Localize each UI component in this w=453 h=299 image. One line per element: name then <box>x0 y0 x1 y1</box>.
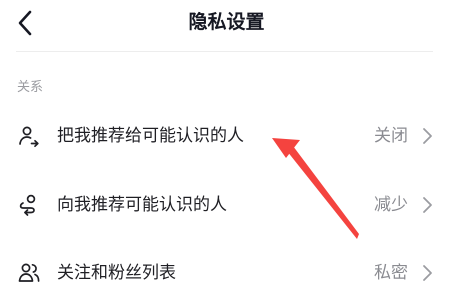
setting-row-recommend-me[interactable]: 把我推荐给可能认识的人 关闭 <box>0 111 453 161</box>
setting-value: 关闭 <box>374 126 408 146</box>
chevron-right-icon <box>423 197 432 213</box>
user-route-icon <box>19 194 36 216</box>
navigation-bar: 隐私设置 <box>0 0 453 50</box>
setting-row-follow-list[interactable]: 关注和粉丝列表 私密 <box>0 248 453 298</box>
page-title: 隐私设置 <box>188 11 265 33</box>
setting-value: 减少 <box>374 195 408 215</box>
setting-row-recommend-to-me[interactable]: 向我推荐可能认识的人 减少 <box>0 180 453 230</box>
header-divider <box>16 51 433 52</box>
section-label-relationship: 关系 <box>17 80 44 95</box>
setting-value: 私密 <box>374 263 408 283</box>
setting-label: 关注和粉丝列表 <box>57 263 176 283</box>
setting-label: 把我推荐给可能认识的人 <box>57 126 244 146</box>
privacy-settings-page: 隐私设置 关系 把我推荐给可能认识的人 关闭 向我推荐可能认识的人 减少 关注和… <box>0 0 453 299</box>
chevron-right-icon <box>423 128 432 144</box>
users-icon <box>18 263 40 282</box>
setting-label: 向我推荐可能认识的人 <box>57 195 227 215</box>
chevron-right-icon <box>423 265 432 281</box>
user-share-icon <box>19 126 39 148</box>
